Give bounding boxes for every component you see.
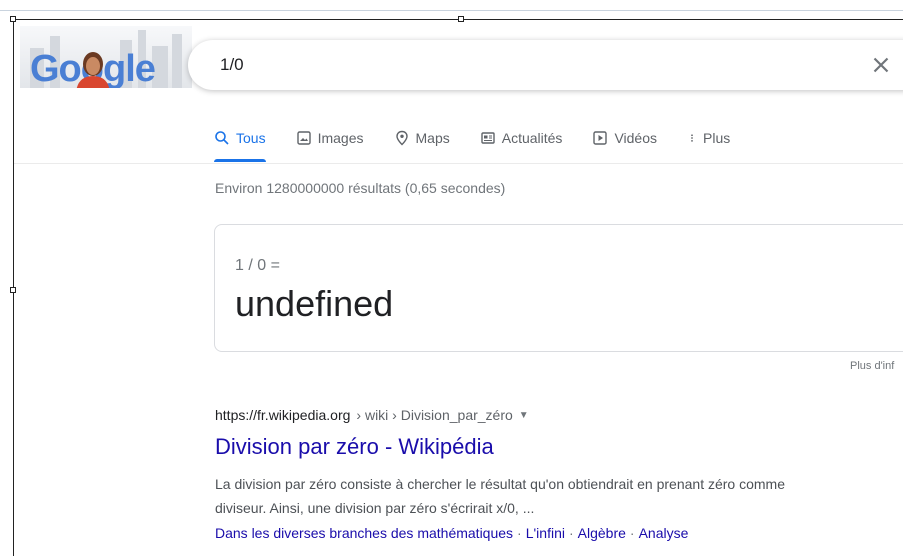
separator: · xyxy=(568,525,574,541)
separator: · xyxy=(517,525,522,541)
search-header: Google 1/0 xyxy=(14,20,903,112)
screenshot-page: Google 1/0 Tous xyxy=(0,0,903,556)
more-vert-icon xyxy=(691,134,693,142)
calculator-result: undefined xyxy=(235,283,394,324)
tab-label: Plus xyxy=(703,130,731,146)
sitelinks: Dans les diverses branches des mathémati… xyxy=(215,525,688,541)
search-box[interactable]: 1/0 xyxy=(188,40,903,90)
tab-images[interactable]: Images xyxy=(296,126,364,150)
google-doodle-logo[interactable]: Google xyxy=(20,26,192,88)
result-snippet: La division par zéro consiste à chercher… xyxy=(215,472,903,520)
search-tabs: Tous Images Maps Actualités Vidéos Plus xyxy=(214,126,760,164)
top-border xyxy=(0,0,903,11)
tab-label: Images xyxy=(317,130,364,146)
image-icon xyxy=(296,131,311,145)
more-info-link[interactable]: Plus d'inf xyxy=(850,360,894,372)
tab-label: Maps xyxy=(415,130,450,146)
news-icon xyxy=(481,132,495,144)
sitelink[interactable]: L'infini xyxy=(526,525,565,541)
resize-handle[interactable] xyxy=(10,16,16,22)
snippet-line: La division par zéro consiste à chercher… xyxy=(215,476,785,492)
resize-handle[interactable] xyxy=(458,16,464,22)
sitelink[interactable]: Algèbre xyxy=(578,525,626,541)
tab-label: Actualités xyxy=(501,130,563,146)
result-title-link[interactable]: Division par zéro - Wikipédia xyxy=(215,434,494,460)
result-url[interactable]: https://fr.wikipedia.org › wiki › Divisi… xyxy=(215,407,529,423)
doodle-person-icon xyxy=(76,52,110,88)
tab-label: Vidéos xyxy=(614,130,657,146)
tab-label: Tous xyxy=(236,130,266,146)
tabs-divider xyxy=(14,163,903,164)
calculator-expression: 1 / 0 = xyxy=(235,257,280,274)
tab-maps[interactable]: Maps xyxy=(394,126,450,150)
resize-handle[interactable] xyxy=(10,287,16,293)
sitelink[interactable]: Dans les diverses branches des mathémati… xyxy=(215,525,513,541)
snippet-line: diviseur. Ainsi, une division par zéro s… xyxy=(215,500,535,516)
doodle-building xyxy=(172,34,182,88)
map-pin-icon xyxy=(395,130,408,146)
result-breadcrumb: › wiki › Division_par_zéro xyxy=(356,407,513,423)
calculator-card: 1 / 0 = undefined xyxy=(214,224,903,352)
result-domain: https://fr.wikipedia.org xyxy=(215,407,351,423)
separator: · xyxy=(629,525,635,541)
tab-news[interactable]: Actualités xyxy=(480,126,563,150)
search-icon xyxy=(215,131,229,145)
result-stats: Environ 1280000000 résultats (0,65 secon… xyxy=(215,180,506,196)
chevron-down-icon[interactable]: ▼ xyxy=(519,410,529,421)
tab-more[interactable]: Plus xyxy=(687,126,730,150)
close-icon[interactable] xyxy=(868,52,894,78)
sitelink[interactable]: Analyse xyxy=(639,525,689,541)
play-icon xyxy=(593,131,608,145)
tab-all[interactable]: Tous xyxy=(214,126,266,162)
search-input[interactable]: 1/0 xyxy=(220,55,244,75)
tab-videos[interactable]: Vidéos xyxy=(592,126,657,150)
